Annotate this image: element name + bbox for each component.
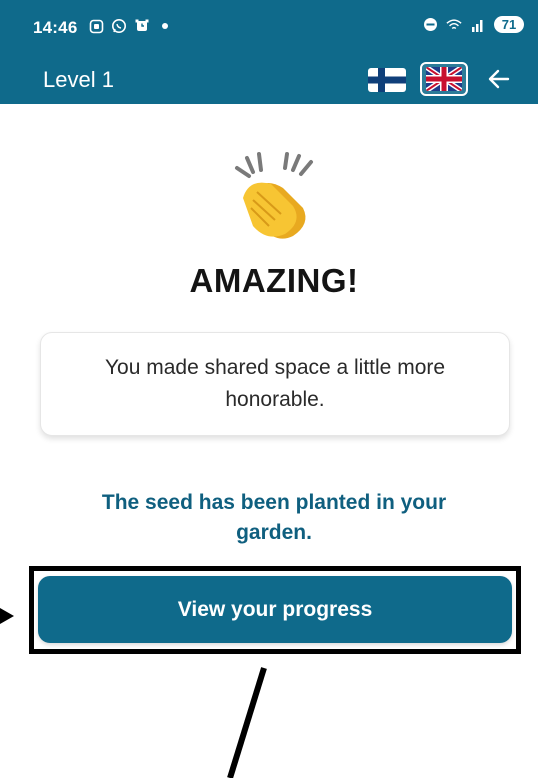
language-selected-button[interactable] bbox=[420, 62, 468, 96]
annotation-line bbox=[227, 667, 267, 778]
success-heading: AMAZING! bbox=[189, 262, 359, 299]
whatsapp-icon bbox=[111, 18, 127, 34]
dot-icon bbox=[157, 18, 173, 34]
page-title: Level 1 bbox=[43, 67, 114, 92]
clapping-hands-icon bbox=[227, 148, 323, 244]
dnd-icon bbox=[422, 17, 438, 33]
signal-icon bbox=[470, 17, 486, 33]
app-bar: Level 1 bbox=[0, 52, 538, 104]
alarm-icon bbox=[134, 18, 150, 34]
status-right-icons: 71 bbox=[422, 16, 524, 33]
annotation-arrowhead bbox=[0, 608, 14, 624]
wifi-icon bbox=[446, 17, 462, 33]
header: 14:46 71 Level 1 bbox=[0, 0, 538, 104]
battery-badge: 71 bbox=[494, 16, 524, 33]
view-progress-button[interactable]: View your progress bbox=[38, 576, 512, 643]
status-bar: 14:46 71 bbox=[0, 0, 538, 52]
status-left-icons bbox=[88, 18, 173, 34]
seed-planted-note: The seed has been planted in your garden… bbox=[101, 491, 447, 544]
finnish-flag-icon[interactable] bbox=[368, 68, 406, 92]
back-arrow-icon bbox=[488, 69, 510, 89]
status-time: 14:46 bbox=[33, 18, 78, 37]
message-card: You made shared space a little more hono… bbox=[40, 332, 510, 436]
uk-flag-icon bbox=[426, 67, 462, 91]
screenshot-icon bbox=[88, 18, 104, 34]
message-text: You made shared space a little more hono… bbox=[104, 356, 446, 411]
back-button[interactable] bbox=[483, 64, 515, 94]
